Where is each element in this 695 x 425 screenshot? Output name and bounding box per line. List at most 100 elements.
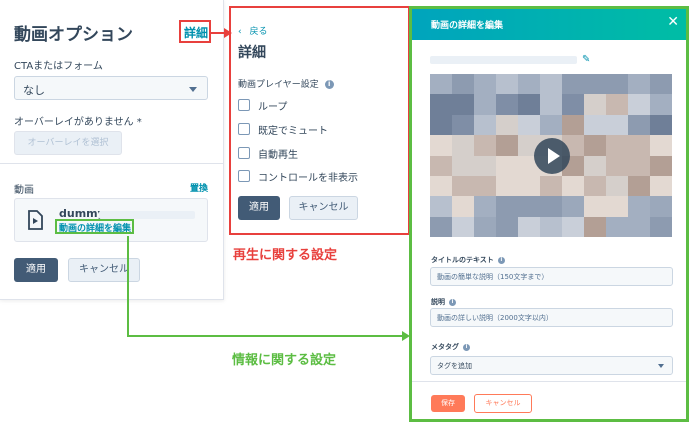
thumbnail-pixel	[452, 216, 474, 237]
thumbnail-pixel	[496, 94, 518, 116]
video-name-redacted	[430, 56, 577, 64]
thumbnail-pixel	[628, 114, 650, 136]
edit-cancel-button[interactable]: キャンセル	[474, 394, 532, 413]
thumbnail-pixel	[650, 196, 672, 218]
thumbnail-pixel	[474, 94, 496, 116]
thumbnail-pixel	[518, 175, 540, 197]
thumbnail-pixel	[430, 216, 452, 237]
thumbnail-pixel	[606, 94, 628, 116]
thumbnail-pixel	[430, 196, 452, 218]
thumbnail-pixel	[562, 94, 584, 116]
thumbnail-pixel	[606, 155, 628, 177]
thumbnail-pixel	[518, 94, 540, 116]
thumbnail-pixel	[650, 135, 672, 157]
thumbnail-pixel	[452, 175, 474, 197]
thumbnail-pixel	[606, 114, 628, 136]
thumbnail-pixel	[496, 175, 518, 197]
thumbnail-pixel	[540, 94, 562, 116]
thumbnail-pixel	[496, 135, 518, 157]
green-connector-line	[127, 236, 402, 337]
thumbnail-pixel	[540, 114, 562, 136]
thumbnail-pixel	[474, 216, 496, 237]
thumbnail-pixel	[452, 135, 474, 157]
edit-panel-header: 動画の詳細を編集 ✕	[412, 9, 686, 40]
thumbnail-pixel	[650, 155, 672, 177]
thumbnail-pixel	[496, 196, 518, 218]
thumbnail-pixel	[430, 155, 452, 177]
thumbnail-pixel	[474, 135, 496, 157]
thumbnail-pixel	[496, 74, 518, 95]
thumbnail-pixel	[562, 114, 584, 136]
meta-tag-select[interactable]: タグを追加	[430, 356, 673, 375]
description-input[interactable]: 動画の詳しい説明（2000文字以内）	[430, 308, 673, 327]
info-circle-icon[interactable]: i	[497, 256, 505, 264]
thumbnail-pixel	[474, 74, 496, 95]
thumbnail-pixel	[496, 114, 518, 136]
thumbnail-pixel	[452, 74, 474, 95]
meta-tag-label-text: メタタグ	[431, 343, 459, 351]
thumbnail-pixel	[518, 114, 540, 136]
thumbnail-pixel	[584, 94, 606, 116]
thumbnail-pixel	[540, 74, 562, 95]
thumbnail-pixel	[650, 114, 672, 136]
thumbnail-pixel	[584, 175, 606, 197]
chevron-down-icon	[658, 364, 664, 368]
thumbnail-pixel	[474, 155, 496, 177]
description-label-text: 説明	[431, 298, 445, 306]
title-text-label: タイトルのテキスト i	[431, 255, 505, 265]
info-circle-icon[interactable]: i	[449, 298, 456, 306]
play-icon[interactable]	[534, 138, 570, 174]
pencil-icon[interactable]: ✎	[582, 54, 590, 65]
thumbnail-pixel	[496, 216, 518, 237]
thumbnail-pixel	[628, 216, 650, 237]
thumbnail-pixel	[496, 155, 518, 177]
description-label: 説明 i	[431, 297, 456, 307]
thumbnail-pixel	[540, 175, 562, 197]
thumbnail-pixel	[628, 155, 650, 177]
meta-tag-value: タグを追加	[437, 362, 472, 370]
thumbnail-pixel	[562, 74, 584, 95]
red-arrowhead	[224, 28, 232, 38]
thumbnail-pixel	[430, 94, 452, 116]
info-circle-icon[interactable]: i	[463, 343, 470, 351]
thumbnail-pixel	[650, 216, 672, 237]
thumbnail-pixel	[562, 196, 584, 218]
thumbnail-pixel	[430, 175, 452, 197]
thumbnail-pixel	[584, 196, 606, 218]
thumbnail-pixel	[650, 175, 672, 197]
save-button[interactable]: 保存	[431, 395, 465, 412]
thumbnail-pixel	[518, 74, 540, 95]
close-icon[interactable]: ✕	[667, 14, 679, 30]
thumbnail-pixel	[628, 175, 650, 197]
thumbnail-pixel	[452, 155, 474, 177]
video-thumbnail[interactable]	[430, 74, 672, 237]
thumbnail-pixel	[518, 196, 540, 218]
thumbnail-pixel	[452, 94, 474, 116]
title-text-label-text: タイトルのテキスト	[431, 256, 494, 264]
thumbnail-pixel	[628, 74, 650, 95]
thumbnail-pixel	[562, 175, 584, 197]
thumbnail-pixel	[474, 175, 496, 197]
thumbnail-pixel	[650, 94, 672, 116]
thumbnail-pixel	[584, 114, 606, 136]
thumbnail-pixel	[606, 216, 628, 237]
thumbnail-pixel	[474, 114, 496, 136]
thumbnail-pixel	[606, 74, 628, 95]
thumbnail-pixel	[650, 74, 672, 95]
play-triangle	[548, 148, 560, 164]
thumbnail-pixel	[452, 114, 474, 136]
thumbnail-pixel	[584, 135, 606, 157]
thumbnail-pixel	[606, 175, 628, 197]
thumbnail-pixel	[474, 196, 496, 218]
title-text-input[interactable]: 動画の簡単な説明（150文字まで）	[430, 267, 673, 286]
thumbnail-pixel	[562, 216, 584, 237]
thumbnail-pixel	[606, 196, 628, 218]
divider	[412, 381, 686, 382]
edit-video-details-panel: 動画の詳細を編集 ✕ ✎ タイトルのテキスト i 動画の簡単な説明（150文字まで…	[409, 6, 689, 422]
meta-tag-label: メタタグ i	[431, 342, 470, 352]
thumbnail-pixel	[606, 135, 628, 157]
thumbnail-pixel	[628, 94, 650, 116]
thumbnail-pixel	[540, 196, 562, 218]
edit-panel-title: 動画の詳細を編集	[431, 21, 504, 31]
thumbnail-pixel	[430, 135, 452, 157]
